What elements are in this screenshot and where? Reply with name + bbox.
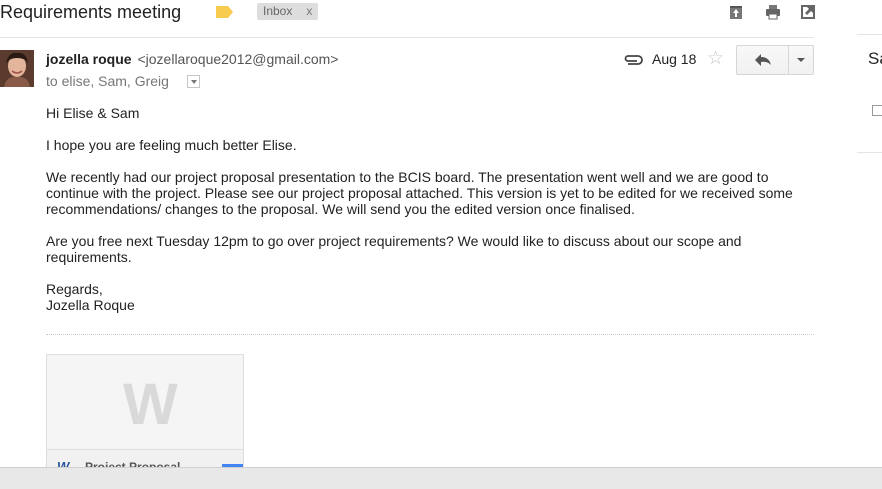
attachments-divider — [46, 334, 814, 335]
body-signature: Jozella Roque — [46, 297, 135, 313]
star-icon[interactable]: ☆ — [707, 49, 724, 69]
sender-email: <jozellaroque2012@gmail.com> — [137, 51, 339, 67]
body-greeting: Hi Elise & Sam — [46, 105, 140, 121]
side-panel-divider — [857, 34, 882, 35]
mail-icon[interactable] — [872, 105, 882, 116]
sender-line: jozella roque <jozellaroque2012@gmail.co… — [46, 51, 338, 67]
body-paragraph-1: I hope you are feeling much better Elise… — [46, 137, 297, 153]
body-paragraph-2: We recently had our project proposal pre… — [46, 169, 793, 217]
side-panel-divider-2 — [857, 152, 882, 153]
subject-row: Requirements meeting Inbox x — [0, 0, 820, 26]
recipients-line: to elise, Sam, Greig — [46, 73, 169, 89]
paperclip-icon — [624, 55, 643, 65]
body-paragraph-3: Are you free next Tuesday 12pm to go ove… — [46, 233, 742, 265]
email-subject: Requirements meeting — [0, 2, 182, 22]
header-divider — [0, 37, 814, 38]
word-document-icon: W — [123, 372, 178, 437]
move-to-inbox-icon[interactable] — [727, 3, 745, 21]
avatar-photo — [0, 50, 34, 87]
show-details-dropdown[interactable] — [187, 75, 200, 88]
print-icon[interactable] — [764, 3, 782, 21]
message-date[interactable]: Aug 18 — [652, 51, 696, 67]
message-body: Hi Elise & Sam I hope you are feeling mu… — [46, 105, 806, 313]
reply-button-group — [736, 45, 814, 75]
attachment-card[interactable]: W W Project Proposal — [46, 354, 244, 474]
more-actions-button[interactable] — [789, 46, 813, 74]
inbox-label-chip[interactable]: Inbox x — [257, 3, 319, 20]
reply-arrow-icon — [755, 54, 771, 66]
body-signoff: Regards, — [46, 281, 103, 297]
remove-label-button[interactable]: x — [306, 4, 312, 18]
sender-avatar[interactable] — [0, 50, 34, 87]
bottom-scrollbar[interactable] — [0, 467, 882, 489]
sender-name[interactable]: jozella roque — [46, 51, 132, 67]
side-panel-title: Sa — [868, 49, 882, 68]
open-in-new-window-icon[interactable] — [799, 3, 817, 21]
attachment-thumbnail[interactable]: W — [47, 355, 243, 449]
inbox-label-text: Inbox — [263, 4, 293, 18]
label-tag-icon[interactable] — [216, 6, 233, 18]
reply-button[interactable] — [737, 46, 789, 74]
